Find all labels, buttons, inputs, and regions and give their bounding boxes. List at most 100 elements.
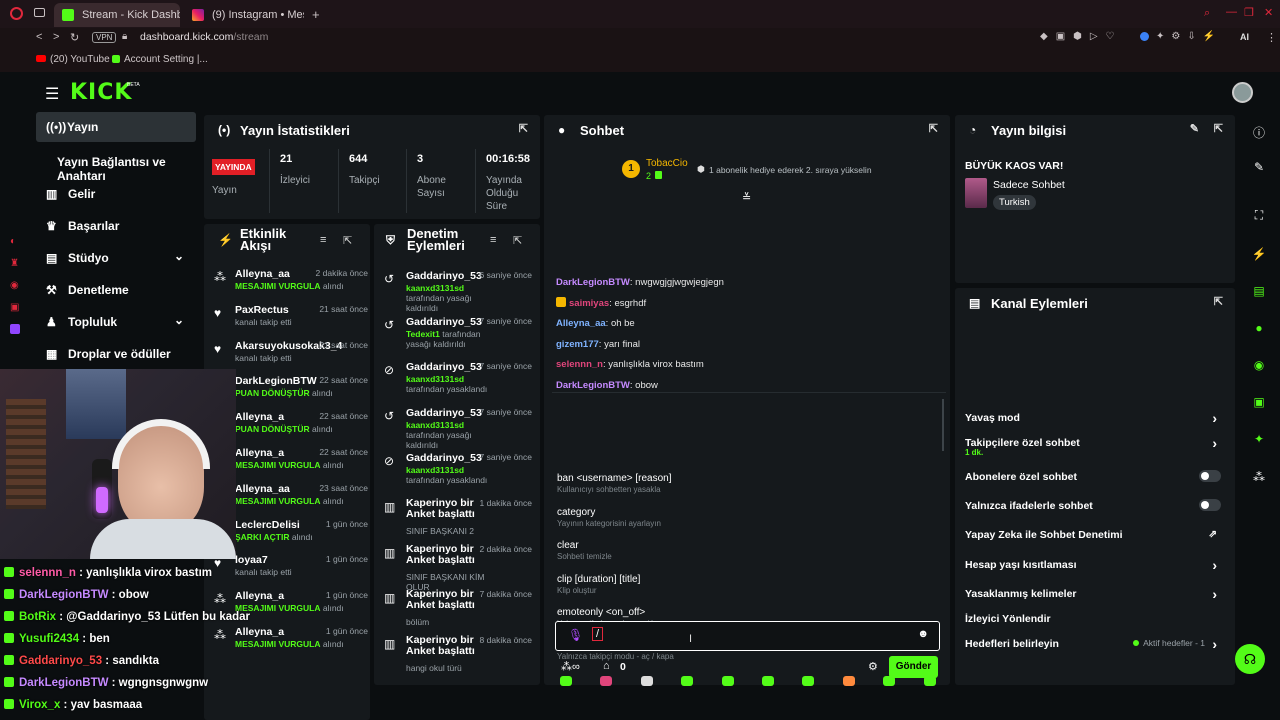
filter-icon[interactable]: ≡ — [490, 234, 496, 246]
edit-icon[interactable]: ✎ — [1190, 122, 1199, 135]
forward-icon[interactable]: > — [53, 31, 59, 43]
reload-icon[interactable]: ↻ — [70, 31, 79, 44]
chat-message[interactable]: saimiyas: esgrhdf — [556, 297, 646, 309]
toggle-switch[interactable] — [1199, 470, 1221, 482]
menu-dots-icon[interactable]: ⋮ — [1266, 31, 1277, 44]
activity-user[interactable]: Alleyna_aa — [235, 268, 290, 280]
chat-username[interactable]: Alleyna_aa — [556, 318, 606, 329]
sidebar-item-yayin[interactable]: ((•)) Yayın — [36, 112, 196, 142]
extensions-icons[interactable]: ✦⚙⇩⚡ — [1156, 31, 1222, 42]
activity-user[interactable]: LeclercDelisi — [235, 519, 300, 531]
bookmark-account[interactable]: Account Setting |... — [124, 54, 208, 65]
more-icon[interactable]: ⁂ — [1250, 470, 1268, 488]
edit-icon[interactable]: ✎ — [1250, 160, 1268, 178]
vpn-badge[interactable]: VPN — [92, 32, 117, 43]
emote-icon[interactable] — [721, 676, 734, 686]
emoji-icon[interactable]: ☻ — [917, 628, 929, 640]
command-item[interactable]: clear Sohbeti temizle — [556, 540, 944, 570]
moderation-row[interactable]: ▥ Kaperinyo bir Anket başlattı 1 dakika ön… — [374, 494, 540, 538]
moderation-row[interactable]: ▥ Kaperinyo bir Anket başlattı 7 dakika ön… — [374, 585, 540, 629]
command-item[interactable]: clip [duration] [title] Klip oluştur — [556, 574, 944, 604]
chat-message[interactable]: gizem177: yarı final — [556, 339, 640, 350]
emote-icon[interactable] — [560, 676, 572, 686]
sidebar-item-droplar[interactable]: ▦ Droplar ve ödüller — [36, 339, 196, 369]
moderated-user[interactable]: kaanxd3131sd — [406, 374, 464, 384]
channel-action-row[interactable]: Hedefleri belirleyin Aktif hedefler - 1 › — [965, 636, 1225, 664]
new-tab-icon[interactable]: + — [312, 7, 320, 22]
hamburger-menu-icon[interactable]: ☰ — [45, 84, 59, 104]
popout-icon[interactable]: ⇱ — [519, 122, 528, 135]
sidebar-red-icon[interactable]: ♜ — [10, 258, 19, 269]
activity-user[interactable]: PaxRectus — [235, 304, 289, 316]
chat-message[interactable]: Alleyna_aa: oh be — [556, 318, 635, 329]
emote-icon[interactable] — [681, 676, 694, 686]
channel-action-row[interactable]: Hesap yaşı kısıtlaması › — [965, 557, 1225, 585]
kick-logo[interactable]: KICK — [70, 80, 132, 105]
sidebar-red-icon[interactable]: ◉ — [10, 280, 19, 291]
sidebar-red-icon[interactable]: ▣ — [10, 302, 19, 313]
store-icon[interactable]: ⌂ — [603, 660, 610, 672]
activity-user[interactable]: Alleyna_a — [235, 411, 284, 423]
activity-row[interactable]: ⁂ Alleyna_aa 2 dakika önce MESAJIMI VURGULA… — [204, 264, 370, 300]
moderation-row[interactable]: ↺ Gaddarinyo_53 7 saniye önce kaanxd3131sd … — [374, 403, 540, 450]
chat-username[interactable]: selennn_n — [556, 359, 603, 370]
lightning-icon[interactable]: ⚡ — [1250, 247, 1268, 265]
mic-icon[interactable]: 🎙︎ — [568, 628, 583, 642]
channel-action-row[interactable]: Abonelere özel sohbet — [965, 470, 1225, 497]
popout-icon[interactable]: ⇱ — [1214, 295, 1223, 308]
clip-icon[interactable]: ⛶ — [1250, 208, 1268, 226]
popout-icon[interactable]: ⇱ — [1214, 122, 1223, 135]
activity-row[interactable]: ♥ PaxRectus 21 saat önce kanalı takip etti — [204, 300, 370, 336]
support-icon[interactable]: ☊ — [1235, 644, 1265, 674]
chat-username[interactable]: DarkLegionBTW — [556, 380, 630, 391]
emote-icon[interactable] — [842, 676, 855, 686]
maximize-icon[interactable]: ❐ — [1244, 6, 1254, 19]
toolbar-icons[interactable]: ◆▣⬢▷♡ — [1040, 31, 1123, 42]
chat-message[interactable]: DarkLegionBTW: obow — [556, 380, 658, 391]
chat-username[interactable]: saimiyas — [569, 298, 609, 309]
moderated-user[interactable]: Tedexit1 — [406, 329, 440, 339]
back-icon[interactable]: < — [36, 31, 42, 43]
gifter-leaderboard[interactable]: 1 TobacCio 2 ⬢ 1 abonelik hediye ederek … — [622, 156, 950, 184]
sidebar-item-basarilar[interactable]: ♛ Başarılar — [36, 211, 196, 241]
tab-instagram[interactable]: (9) Instagram • Mesajlar — [184, 3, 304, 27]
chat-settings-icon[interactable]: ⚙ — [868, 660, 878, 673]
channel-action-row[interactable]: Takipçilere özel sohbet 1 dk. › — [965, 435, 1225, 463]
ai-button[interactable]: AI — [1240, 32, 1249, 42]
toggle-switch[interactable] — [1199, 499, 1221, 511]
tab-kick[interactable]: Stream - Kick Dashboard — [54, 3, 180, 27]
popout-icon[interactable]: ⇱ — [929, 122, 938, 135]
channel-action-row[interactable]: Yavaş mod › — [965, 410, 1225, 438]
channel-action-row[interactable]: Yasaklanmış kelimeler › — [965, 586, 1225, 614]
emote-icon[interactable] — [802, 676, 815, 686]
emote-icon[interactable] — [762, 676, 774, 686]
popout-icon[interactable]: ⇱ — [343, 234, 352, 247]
notes-icon[interactable]: ▤ — [1250, 284, 1268, 302]
sidebar-item-stream-key[interactable]: Yayın Bağlantısı ve Anahtarı — [36, 147, 216, 183]
channel-action-row[interactable]: İzleyici Yönlendir — [965, 613, 1225, 639]
extension-blue-icon[interactable] — [1140, 32, 1149, 41]
sidebar-item-denetleme[interactable]: ⚒ Denetleme — [36, 275, 196, 305]
moderation-row[interactable]: ↺ Gaddarinyo_53 6 saniye önce kaanxd3131sd … — [374, 266, 540, 313]
chat-input[interactable]: 🎙︎ / ☻ — [555, 621, 940, 651]
emote-icon[interactable] — [600, 676, 613, 686]
chat-message[interactable]: DarkLegionBTW: nwgwgjgjwgwjegjegn — [556, 277, 724, 288]
activity-user[interactable]: Alleyna_a — [235, 447, 284, 459]
category-thumbnail[interactable] — [965, 178, 987, 208]
activity-user[interactable]: Alleyna_aa — [235, 483, 290, 495]
info-icon[interactable]: ⓘ — [1250, 124, 1268, 142]
commands-scrollbar[interactable] — [942, 399, 944, 451]
list-icon[interactable]: ▣ — [1250, 395, 1268, 413]
popout-icon[interactable]: ⇱ — [513, 234, 522, 247]
broadcast-icon[interactable]: ◉ — [1250, 358, 1268, 376]
close-window-icon[interactable]: ✕ — [1264, 6, 1273, 19]
moderation-row[interactable]: ↺ Gaddarinyo_53 7 saniye önce Tedexit1 tara… — [374, 312, 540, 356]
bookmark-youtube[interactable]: (20) YouTube — [50, 54, 110, 65]
chat-username[interactable]: DarkLegionBTW — [556, 277, 630, 288]
moderation-row[interactable]: ⊘ Gaddarinyo_53 7 saniye önce kaanxd3131sd … — [374, 357, 540, 401]
command-item[interactable]: category Yayının kategorisini ayarlayın — [556, 507, 944, 537]
wrench-icon[interactable]: ✦ — [1250, 432, 1268, 450]
category-name[interactable]: Sadece Sohbet — [993, 179, 1065, 191]
chat-username[interactable]: gizem177 — [556, 339, 599, 350]
search-tabs-icon[interactable]: ⌕ — [1204, 7, 1210, 20]
